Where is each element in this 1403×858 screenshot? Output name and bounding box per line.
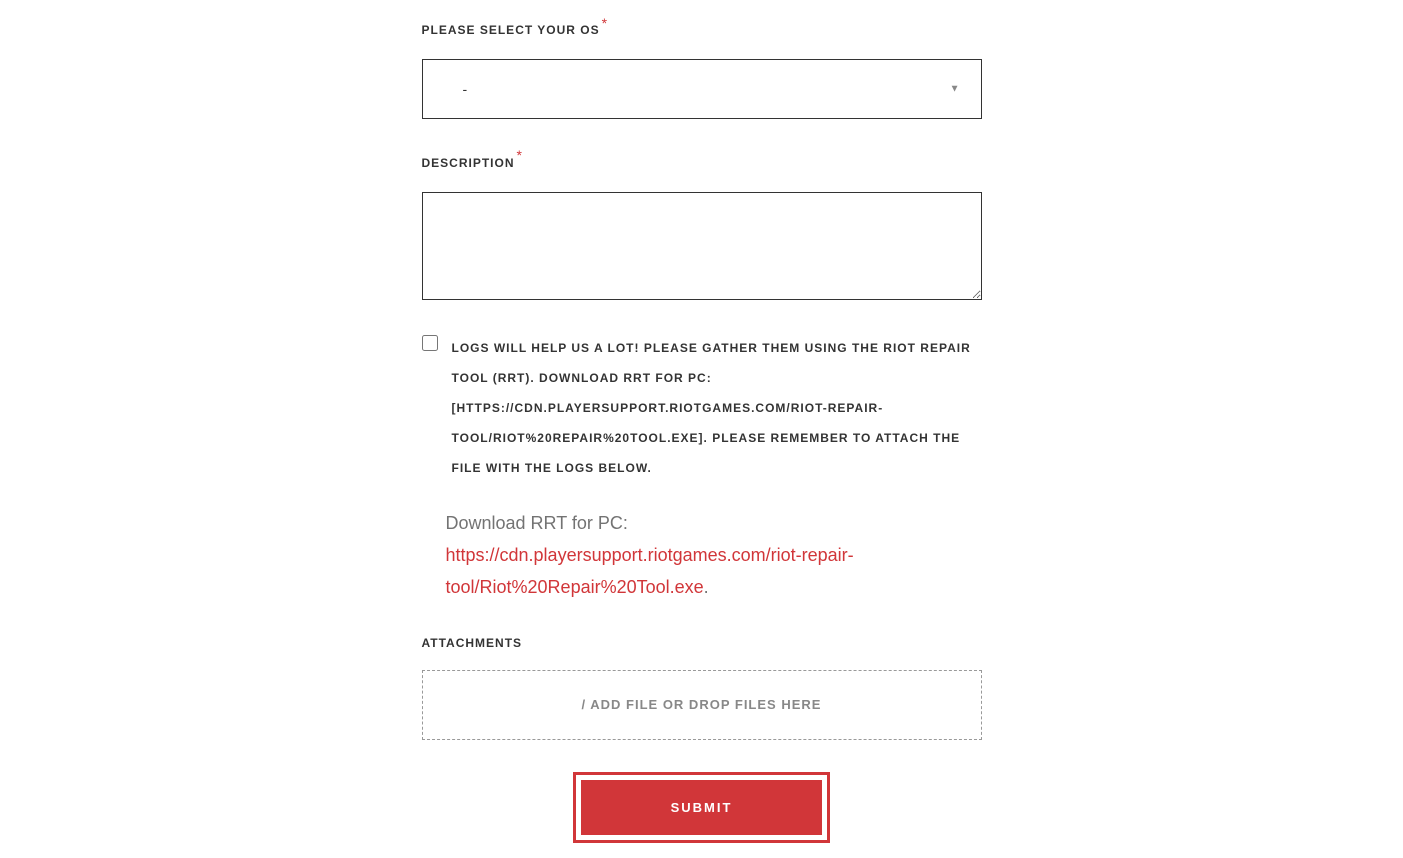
logs-checkbox-label: LOGS WILL HELP US A LOT! PLEASE GATHER T…	[452, 333, 982, 483]
os-select[interactable]: -	[422, 59, 982, 119]
logs-checkbox[interactable]	[422, 335, 438, 351]
description-field-group: DESCRIPTION*	[422, 147, 982, 304]
logs-checkbox-group: LOGS WILL HELP US A LOT! PLEASE GATHER T…	[422, 333, 982, 483]
description-textarea[interactable]	[422, 192, 982, 300]
os-label: PLEASE SELECT YOUR OS	[422, 23, 600, 37]
attachments-label: ATTACHMENTS	[422, 636, 982, 650]
attachments-field-group: ATTACHMENTS / ADD FILE OR DROP FILES HER…	[422, 636, 982, 740]
os-field-group: PLEASE SELECT YOUR OS* - ▼	[422, 15, 982, 119]
support-form: PLEASE SELECT YOUR OS* - ▼ DESCRIPTION* …	[402, 15, 1002, 843]
download-hint: Download RRT for PC: https://cdn.players…	[446, 507, 982, 604]
required-indicator: *	[517, 147, 522, 163]
os-select-wrapper: - ▼	[422, 59, 982, 119]
submit-button[interactable]: SUBMIT	[581, 780, 823, 835]
submit-wrapper: SUBMIT	[422, 772, 982, 843]
hint-suffix: .	[704, 577, 709, 597]
description-label: DESCRIPTION	[422, 156, 515, 170]
file-dropzone[interactable]: / ADD FILE OR DROP FILES HERE	[422, 670, 982, 740]
dropzone-text: / ADD FILE OR DROP FILES HERE	[582, 697, 822, 712]
hint-prefix: Download RRT for PC:	[446, 513, 628, 533]
rrt-download-link[interactable]: https://cdn.playersupport.riotgames.com/…	[446, 545, 854, 597]
submit-outline: SUBMIT	[573, 772, 831, 843]
required-indicator: *	[602, 15, 607, 31]
